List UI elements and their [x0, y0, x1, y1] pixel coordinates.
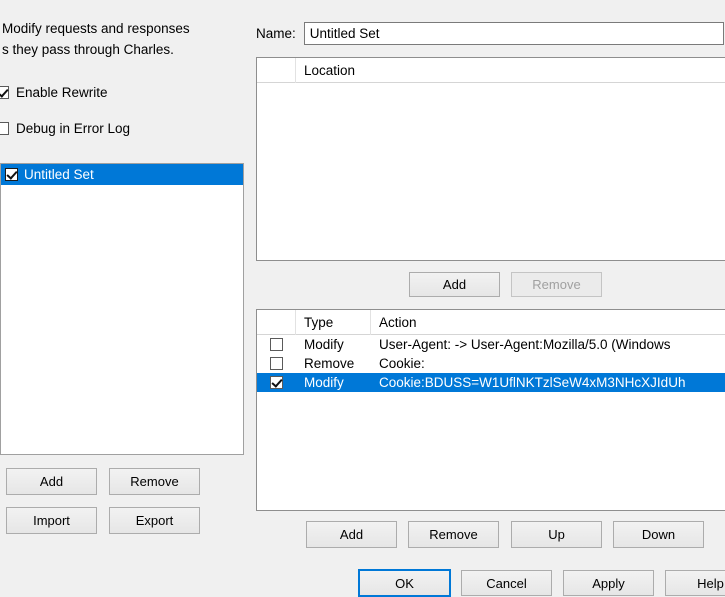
rule-col-type: Type: [296, 310, 371, 335]
location-col-check: [257, 58, 296, 83]
location-col-location: Location: [304, 62, 356, 78]
rule-table[interactable]: Type Action Modify User-Agent: -> User-A…: [256, 309, 725, 511]
description-text: Modify requests and responses s they pas…: [2, 21, 190, 57]
set-enabled-checkbox[interactable]: [5, 168, 18, 181]
rule-enabled-checkbox[interactable]: [270, 357, 283, 370]
sets-add-button[interactable]: Add: [6, 468, 97, 495]
sets-import-button[interactable]: Import: [6, 507, 97, 534]
help-button[interactable]: Help: [665, 570, 725, 596]
rule-check-cell[interactable]: [257, 354, 296, 373]
table-row[interactable]: Modify Cookie:BDUSS=W1UflNKTzlSeW4xM3NHc…: [257, 373, 725, 392]
rule-type-cell: Modify: [304, 375, 344, 390]
location-table-header: Location: [257, 58, 725, 83]
name-input[interactable]: [303, 22, 724, 45]
rule-action-cell: User-Agent: -> User-Agent:Mozilla/5.0 (W…: [379, 337, 671, 352]
rewrite-sets-list[interactable]: Untitled Set: [0, 163, 244, 455]
rule-action-cell: Cookie:BDUSS=W1UflNKTzlSeW4xM3NHcXJIdUh: [379, 375, 686, 390]
ok-button[interactable]: OK: [358, 569, 451, 597]
left-panel: Modify requests and responses s they pas…: [0, 0, 250, 597]
rule-down-button[interactable]: Down: [613, 521, 704, 548]
rule-table-header: Type Action: [257, 310, 725, 335]
sets-remove-button[interactable]: Remove: [109, 468, 200, 495]
name-row: Name:: [256, 22, 724, 45]
rule-check-cell[interactable]: [257, 373, 296, 392]
location-table[interactable]: Location: [256, 57, 725, 261]
location-add-button[interactable]: Add: [409, 272, 500, 297]
enable-rewrite-label: Enable Rewrite: [16, 85, 108, 100]
rule-add-button[interactable]: Add: [306, 521, 397, 548]
rule-up-button[interactable]: Up: [511, 521, 602, 548]
rule-enabled-checkbox[interactable]: [270, 376, 283, 389]
table-row[interactable]: Remove Cookie:: [257, 354, 725, 373]
debug-error-log-label: Debug in Error Log: [16, 121, 131, 136]
name-label: Name:: [256, 26, 296, 41]
rule-remove-button[interactable]: Remove: [408, 521, 499, 548]
rule-action-cell: Cookie:: [379, 356, 425, 371]
right-panel: Name: Location Add Remove Type Action: [256, 0, 725, 597]
set-label: Untitled Set: [24, 167, 94, 182]
debug-error-log-checkbox[interactable]: [0, 122, 9, 135]
rewrite-settings-dialog: Modify requests and responses s they pas…: [0, 0, 725, 597]
enable-rewrite-checkbox[interactable]: [0, 86, 9, 99]
rule-check-cell[interactable]: [257, 335, 296, 354]
apply-button[interactable]: Apply: [563, 570, 654, 596]
rule-type-cell: Remove: [304, 356, 355, 371]
rule-table-body: Modify User-Agent: -> User-Agent:Mozilla…: [257, 335, 725, 392]
table-row[interactable]: Modify User-Agent: -> User-Agent:Mozilla…: [257, 335, 725, 354]
cancel-button[interactable]: Cancel: [461, 570, 552, 596]
list-item[interactable]: Untitled Set: [1, 164, 243, 185]
enable-rewrite-option[interactable]: Enable Rewrite: [0, 85, 108, 100]
rule-col-check: [257, 310, 296, 335]
sets-export-button[interactable]: Export: [109, 507, 200, 534]
rule-col-action: Action: [379, 314, 417, 330]
location-remove-button: Remove: [511, 272, 602, 297]
rule-type-cell: Modify: [304, 337, 344, 352]
debug-error-log-option[interactable]: Debug in Error Log: [0, 121, 130, 136]
rule-enabled-checkbox[interactable]: [270, 338, 283, 351]
